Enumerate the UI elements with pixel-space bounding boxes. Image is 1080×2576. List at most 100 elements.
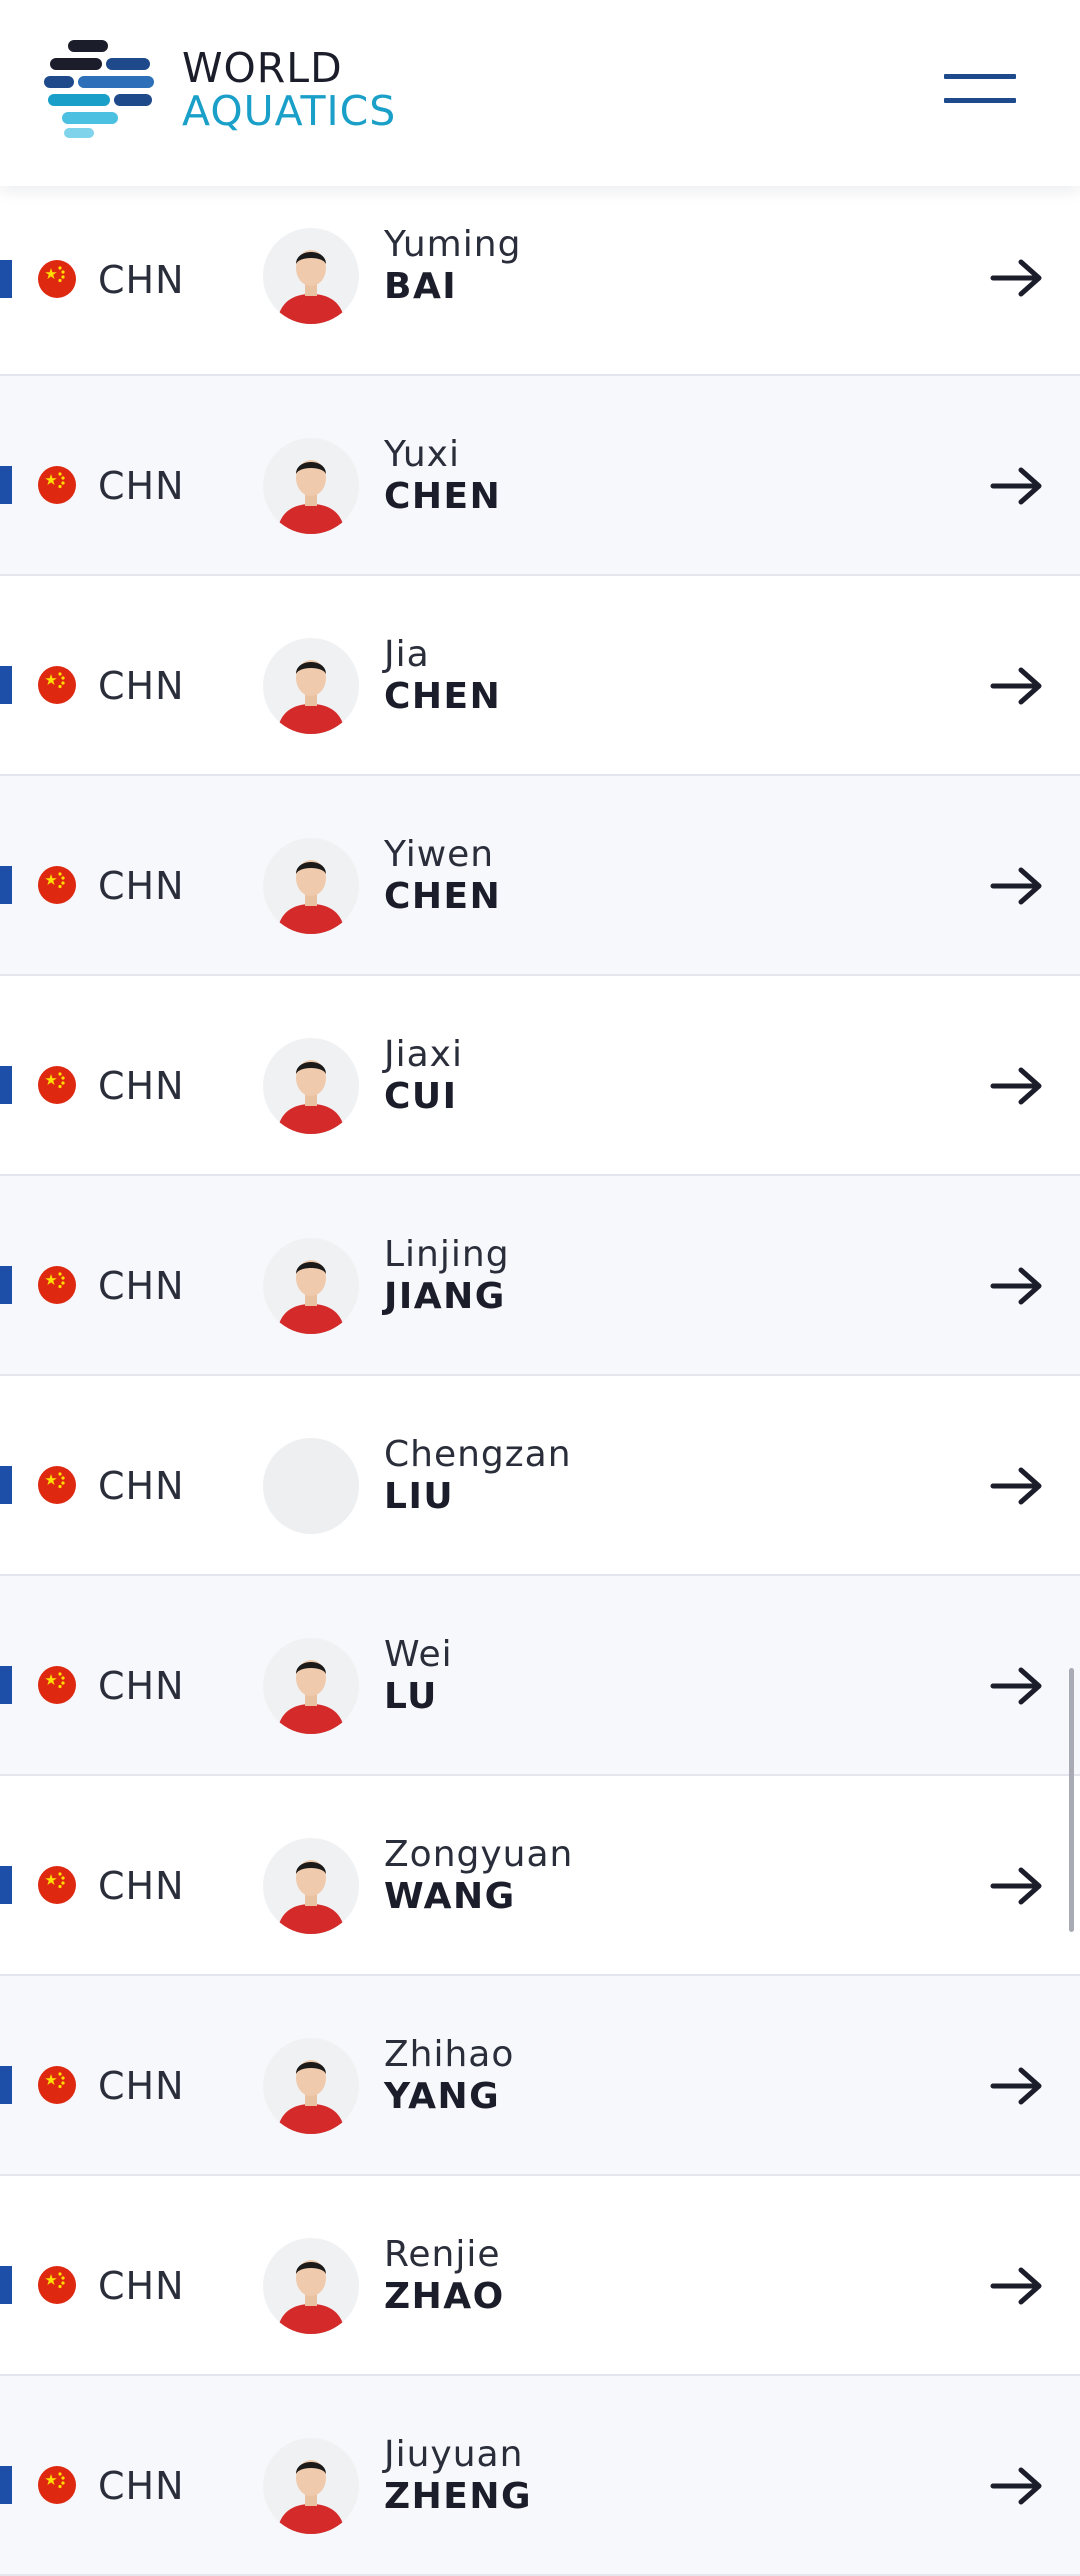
athlete-row[interactable]: CHN Chengzan LIU — [0, 1376, 1080, 1576]
athlete-family-name: LU — [384, 1676, 438, 1717]
china-flag-icon — [38, 466, 76, 504]
athlete-family-name: YANG — [384, 2076, 501, 2117]
country-code: CHN — [98, 2464, 185, 2508]
athlete-given-name: Yuming — [384, 224, 522, 265]
row-accent-bar — [0, 1266, 12, 1304]
athlete-family-name: CHEN — [384, 876, 502, 917]
athlete-given-name: Yuxi — [384, 434, 460, 475]
brand-line-world: WORLD — [182, 44, 343, 92]
athlete-list: CHN Yuming BAI CHN Yuxi CHEN CHN Jia CHEN CHN Yiwe… — [0, 186, 1080, 2576]
country-code: CHN — [98, 1264, 185, 1308]
athlete-given-name: Wei — [384, 1634, 453, 1675]
row-accent-bar — [0, 866, 12, 904]
athlete-avatar — [263, 2038, 359, 2134]
brand-wordmark[interactable]: WORLD AQUATICS — [182, 48, 396, 132]
row-accent-bar — [0, 1066, 12, 1104]
arrow-right-icon[interactable] — [990, 666, 1044, 706]
athlete-family-name: LIU — [384, 1476, 455, 1517]
hamburger-menu-icon[interactable] — [944, 74, 1016, 104]
athlete-family-name: CHEN — [384, 476, 502, 517]
athlete-avatar — [263, 838, 359, 934]
athlete-avatar — [263, 1438, 359, 1534]
athlete-row[interactable]: CHN Wei LU — [0, 1576, 1080, 1776]
athlete-avatar — [263, 1038, 359, 1134]
athlete-given-name: Jia — [384, 634, 430, 675]
row-accent-bar — [0, 260, 12, 298]
china-flag-icon — [38, 866, 76, 904]
china-flag-icon — [38, 2266, 76, 2304]
site-header: WORLD AQUATICS — [0, 0, 1080, 186]
country-code: CHN — [98, 1664, 185, 1708]
china-flag-icon — [38, 1266, 76, 1304]
china-flag-icon — [38, 2466, 76, 2504]
athlete-avatar — [263, 1638, 359, 1734]
athlete-avatar — [263, 1838, 359, 1934]
athlete-row[interactable]: CHN Jia CHEN — [0, 576, 1080, 776]
arrow-right-icon[interactable] — [990, 866, 1044, 906]
arrow-right-icon[interactable] — [990, 2466, 1044, 2506]
china-flag-icon — [38, 2066, 76, 2104]
country-code: CHN — [98, 1064, 185, 1108]
athlete-family-name: CHEN — [384, 676, 502, 717]
china-flag-icon — [38, 1466, 76, 1504]
athlete-avatar — [263, 638, 359, 734]
athlete-given-name: Jiuyuan — [384, 2434, 524, 2475]
china-flag-icon — [38, 1866, 76, 1904]
athlete-row[interactable]: CHN Zongyuan WANG — [0, 1776, 1080, 1976]
china-flag-icon — [38, 260, 76, 298]
menu-bar-bottom — [944, 98, 1016, 103]
athlete-given-name: Jiaxi — [384, 1034, 463, 1075]
athlete-avatar — [263, 228, 359, 324]
arrow-right-icon[interactable] — [990, 258, 1044, 298]
athlete-given-name: Linjing — [384, 1234, 510, 1275]
row-accent-bar — [0, 466, 12, 504]
athlete-given-name: Yiwen — [384, 834, 495, 875]
china-flag-icon — [38, 1666, 76, 1704]
athlete-given-name: Zongyuan — [384, 1834, 574, 1875]
country-code: CHN — [98, 1464, 185, 1508]
athlete-row[interactable]: CHN Yuming BAI — [0, 186, 1080, 376]
athlete-avatar — [263, 438, 359, 534]
scrollbar-thumb[interactable] — [1069, 1668, 1074, 1932]
athlete-avatar — [263, 2238, 359, 2334]
athlete-avatar — [263, 1238, 359, 1334]
athlete-given-name: Zhihao — [384, 2034, 515, 2075]
athlete-given-name: Renjie — [384, 2234, 501, 2275]
athlete-row[interactable]: CHN Jiuyuan ZHENG — [0, 2376, 1080, 2576]
row-accent-bar — [0, 2266, 12, 2304]
row-accent-bar — [0, 2466, 12, 2504]
arrow-right-icon[interactable] — [990, 1266, 1044, 1306]
arrow-right-icon[interactable] — [990, 1866, 1044, 1906]
row-accent-bar — [0, 1466, 12, 1504]
athlete-row[interactable]: CHN Yuxi CHEN — [0, 376, 1080, 576]
country-code: CHN — [98, 864, 185, 908]
country-code: CHN — [98, 464, 185, 508]
athlete-family-name: CUI — [384, 1076, 458, 1117]
country-code: CHN — [98, 2264, 185, 2308]
arrow-right-icon[interactable] — [990, 1666, 1044, 1706]
arrow-right-icon[interactable] — [990, 466, 1044, 506]
country-code: CHN — [98, 2064, 185, 2108]
athlete-row[interactable]: CHN Linjing JIANG — [0, 1176, 1080, 1376]
china-flag-icon — [38, 666, 76, 704]
country-code: CHN — [98, 664, 185, 708]
brand-line-aquatics: AQUATICS — [182, 87, 397, 135]
athlete-family-name: BAI — [384, 266, 458, 307]
country-code: CHN — [98, 1864, 185, 1908]
athlete-row[interactable]: CHN Renjie ZHAO — [0, 2176, 1080, 2376]
athlete-family-name: JIANG — [384, 1276, 506, 1317]
athlete-row[interactable]: CHN Jiaxi CUI — [0, 976, 1080, 1176]
athlete-row[interactable]: CHN Yiwen CHEN — [0, 776, 1080, 976]
arrow-right-icon[interactable] — [990, 1466, 1044, 1506]
athlete-row[interactable]: CHN Zhihao YANG — [0, 1976, 1080, 2176]
row-accent-bar — [0, 1866, 12, 1904]
arrow-right-icon[interactable] — [990, 2066, 1044, 2106]
row-accent-bar — [0, 1666, 12, 1704]
menu-bar-top — [944, 74, 1016, 79]
arrow-right-icon[interactable] — [990, 1066, 1044, 1106]
world-aquatics-logo-icon[interactable] — [44, 40, 156, 140]
athlete-family-name: ZHAO — [384, 2276, 505, 2317]
athlete-given-name: Chengzan — [384, 1434, 572, 1475]
row-accent-bar — [0, 666, 12, 704]
arrow-right-icon[interactable] — [990, 2266, 1044, 2306]
